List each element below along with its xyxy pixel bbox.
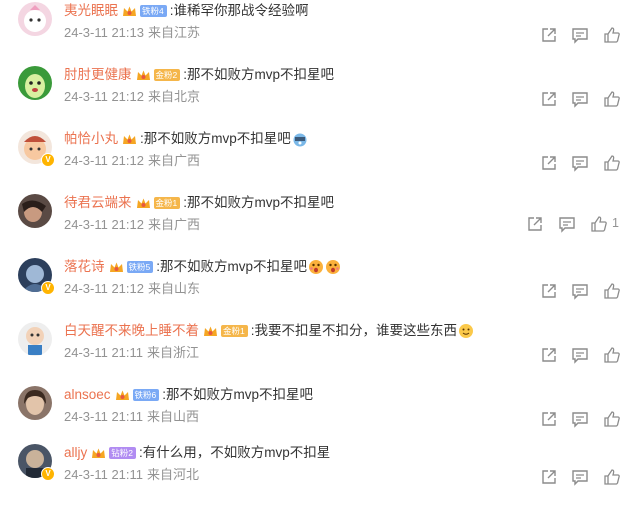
thumbs-up-icon[interactable] xyxy=(590,215,608,233)
username[interactable]: alnsoec xyxy=(64,386,111,404)
comment-icon[interactable] xyxy=(571,346,589,364)
comment-text: :谁稀罕你那战令经验啊 xyxy=(169,3,309,18)
comment-text: :我要不扣星不扣分，谁要这些东西 xyxy=(250,323,457,338)
verified-badge: V xyxy=(41,153,55,167)
crown-icon xyxy=(136,198,150,208)
crown-icon xyxy=(115,390,129,400)
username[interactable]: 夷光眠眠 xyxy=(64,2,118,20)
crown-icon xyxy=(204,326,217,336)
comment-text: :有什么用，不如败方mvp不扣星 xyxy=(139,445,331,460)
crown-icon xyxy=(123,134,136,144)
share-icon[interactable] xyxy=(540,410,558,428)
surprised-emoji-icon xyxy=(309,260,323,274)
comment-time: 24-3-11 21:13 xyxy=(64,25,144,40)
username[interactable]: 帕恰小丸 xyxy=(64,130,118,148)
thumbs-up-icon[interactable] xyxy=(603,282,621,300)
comment-location: 来自广西 xyxy=(148,153,201,168)
share-icon[interactable] xyxy=(526,215,544,233)
share-icon[interactable] xyxy=(540,154,558,172)
comment-time: 24-3-11 21:11 xyxy=(64,467,144,482)
comment-icon[interactable] xyxy=(571,410,589,428)
avatar[interactable] xyxy=(18,322,52,356)
fan-badge: 金粉1 xyxy=(221,325,248,337)
comment-time: 24-3-11 21:12 xyxy=(64,281,144,296)
comment-item: 白天醒不来晚上睡不着 金粉1 :我要不扣星不扣分，谁要这些东西 24-3-11 … xyxy=(0,320,625,384)
comment-icon[interactable] xyxy=(571,154,589,172)
username[interactable]: 落花诗 xyxy=(64,258,105,276)
comment-time: 24-3-11 21:12 xyxy=(64,217,144,232)
comment-icon[interactable] xyxy=(571,90,589,108)
share-icon[interactable] xyxy=(540,90,558,108)
comment-time: 24-3-11 21:12 xyxy=(64,153,144,168)
thumbs-up-icon[interactable] xyxy=(603,468,621,486)
comment-time: 24-3-11 21:11 xyxy=(64,409,144,424)
comment-item: V alljy 钻粉2 :有什么用，不如败方mvp不扣星 24-3-11 21:… xyxy=(0,442,625,506)
comment-item: V 帕恰小丸 :那不如败方mvp不扣星吧 24-3-11 21:12 来自广西 xyxy=(0,128,625,192)
like-count: 1 xyxy=(612,216,619,230)
avatar[interactable] xyxy=(18,2,52,36)
comment-location: 来自北京 xyxy=(148,89,201,104)
comment-item: V 落花诗 铁粉5 :那不如败方mvp不扣星吧 24-3-11 21:12 来自山… xyxy=(0,256,625,320)
comment-icon[interactable] xyxy=(571,26,589,44)
comment-icon[interactable] xyxy=(571,282,589,300)
thumbs-up-icon[interactable] xyxy=(603,90,621,108)
fan-badge: 金粉2 xyxy=(153,69,181,81)
fan-badge: 铁粉6 xyxy=(132,389,160,401)
comment-item: 待君云端来 金粉1 :那不如败方mvp不扣星吧 24-3-11 21:12 来自广… xyxy=(0,192,625,256)
comment-location: 来自浙江 xyxy=(147,345,200,360)
verified-badge: V xyxy=(41,467,55,481)
fan-badge: 金粉1 xyxy=(153,197,181,209)
fan-badge: 铁粉4 xyxy=(140,5,167,17)
avatar[interactable] xyxy=(18,386,52,420)
comment-location: 来自山东 xyxy=(148,281,201,296)
avatar[interactable] xyxy=(18,66,52,100)
thumbs-up-icon[interactable] xyxy=(603,410,621,428)
smile-emoji-icon xyxy=(459,324,473,338)
crown-icon xyxy=(92,448,106,458)
comment-icon[interactable] xyxy=(571,468,589,486)
share-icon[interactable] xyxy=(540,282,558,300)
crown-icon xyxy=(109,262,123,272)
surprised-emoji-icon xyxy=(326,260,340,274)
comment-item: 肘肘更健康 金粉2 :那不如败方mvp不扣星吧 24-3-11 21:12 来自北… xyxy=(0,64,625,128)
thumbs-up-icon[interactable] xyxy=(603,346,621,364)
username[interactable]: alljy xyxy=(64,444,87,462)
thumbs-up-icon[interactable] xyxy=(603,154,621,172)
sweat-emoji-icon xyxy=(293,133,307,147)
thumbs-up-icon[interactable] xyxy=(603,26,621,44)
comment-location: 来自山西 xyxy=(147,409,200,424)
comment-item: 夷光眠眠 铁粉4 :谁稀罕你那战令经验啊 24-3-11 21:13 来自江苏 xyxy=(0,0,625,64)
fan-badge: 钻粉2 xyxy=(109,447,136,459)
comment-list: 夷光眠眠 铁粉4 :谁稀罕你那战令经验啊 24-3-11 21:13 来自江苏 肘… xyxy=(0,0,625,486)
comment-text: :那不如败方mvp不扣星吧 xyxy=(183,67,334,82)
crown-icon xyxy=(123,6,136,16)
share-icon[interactable] xyxy=(540,346,558,364)
comment-location: 来自广西 xyxy=(148,217,201,232)
share-icon[interactable] xyxy=(540,468,558,486)
comment-location: 来自河北 xyxy=(147,467,200,482)
fan-badge: 铁粉5 xyxy=(126,261,154,273)
comment-text: :那不如败方mvp不扣星吧 xyxy=(140,131,291,146)
comment-time: 24-3-11 21:12 xyxy=(64,89,144,104)
avatar[interactable] xyxy=(18,194,52,228)
username[interactable]: 待君云端来 xyxy=(64,194,132,212)
username[interactable]: 白天醒不来晚上睡不着 xyxy=(64,322,199,340)
share-icon[interactable] xyxy=(540,26,558,44)
crown-icon xyxy=(136,70,150,80)
comment-text: :那不如败方mvp不扣星吧 xyxy=(162,387,314,402)
verified-badge: V xyxy=(41,281,55,295)
comment-text: :那不如败方mvp不扣星吧 xyxy=(183,195,334,210)
comment-time: 24-3-11 21:11 xyxy=(64,345,144,360)
comment-text: :那不如败方mvp不扣星吧 xyxy=(156,259,307,274)
comment-item: alnsoec 铁粉6 :那不如败方mvp不扣星吧 24-3-11 21:11 来… xyxy=(0,384,625,448)
comment-location: 来自江苏 xyxy=(148,25,201,40)
username[interactable]: 肘肘更健康 xyxy=(64,66,132,84)
comment-icon[interactable] xyxy=(558,215,576,233)
